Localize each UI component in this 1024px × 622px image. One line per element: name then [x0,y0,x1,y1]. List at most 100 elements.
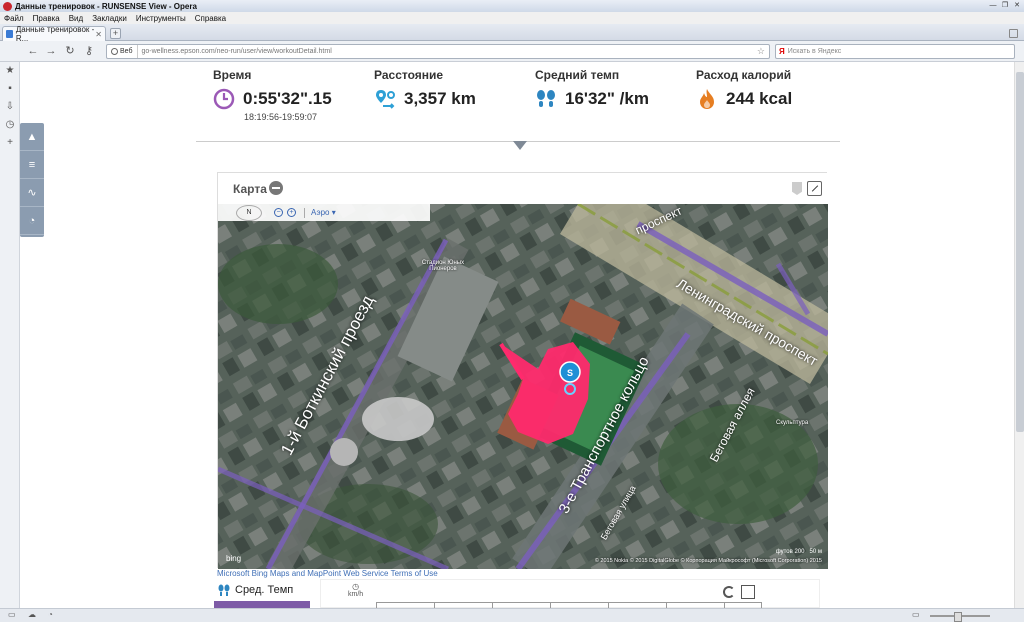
stat-calories-value: 244 kcal [726,89,793,108]
tabbar: Данные тренировок - R... ✕ + [0,24,1024,43]
stat-time-value: 0:55'32".15 [243,89,332,108]
map-scale: футов 200 50 м [776,549,822,555]
back-icon[interactable]: ← [26,44,40,58]
chart-unit: ◷ km/h [348,582,363,598]
scroll-top-icon[interactable]: ▲ [20,123,44,151]
window-controls: — ❐ ✕ [988,1,1022,10]
new-tab-button[interactable]: + [110,28,121,39]
opera-icon [3,1,12,11]
map-copyright: © 2015 Nokia © 2015 DigitalGlobe © Корпо… [594,558,822,564]
chart-area: ◷ km/h [320,579,820,611]
map-controls-separator [304,207,305,218]
footprints-icon [218,584,230,596]
stat-distance-value: 3,357 km [404,89,476,108]
collapse-minus-icon[interactable] [269,181,283,195]
browser-tab[interactable]: Данные тренировок - R... ✕ [2,25,106,43]
stat-pace-label: Средний темп [535,68,620,82]
map-scale-feet: футов 200 [775,549,805,555]
stat-pace: Средний темп 16'32" /km [535,68,649,110]
bookmarks-star-icon[interactable]: ★ [0,62,20,80]
stat-pace-value: 16'32" /km [565,89,649,108]
map-header: Карта [218,173,828,204]
globe-icon [111,48,118,55]
graph-icon[interactable]: ∿ [20,179,44,207]
window-titlebar: Данные тренировок - RUNSENSE View - Oper… [0,0,1024,12]
window-title: Данные тренировок - RUNSENSE View - Oper… [15,1,197,11]
forward-icon[interactable]: → [44,44,58,58]
fullscreen-icon[interactable] [807,181,822,196]
bing-logo: bing [226,554,242,563]
trash-icon[interactable] [1009,29,1018,38]
map-card: Карта S N − + Аэро ▾ 1-й Боткинский прое… [217,172,828,569]
menu-help[interactable]: Справка [195,14,226,23]
tab-close-icon[interactable]: ✕ [95,30,102,39]
history-icon[interactable]: ◷ [0,116,20,134]
page-toolstrip: ▲ ≡ ∿ ◔ [20,123,44,237]
map-title: Карта [233,182,267,196]
poi-label-stadium: Стадион Юных Пионеров [421,260,465,272]
menu-bookmarks[interactable]: Закладки [92,14,127,23]
stat-distance-label: Расстояние [374,68,444,82]
stat-distance: Расстояние 3,357 km [374,68,476,110]
stopwatch-icon[interactable]: ◔ [20,207,44,235]
menu-tools[interactable]: Инструменты [136,14,186,23]
cloud-icon[interactable]: ☁ [28,610,36,619]
close-icon[interactable]: ✕ [1012,1,1022,10]
search-box[interactable]: Я Искать в Яндекс [775,44,1015,59]
menubar: Файл Правка Вид Закладки Инструменты Спр… [0,12,1024,24]
yandex-icon: Я [779,47,785,56]
turbo-icon[interactable]: ◔ [48,610,53,619]
stat-time: Время 0:55'32".15 18:19:56-19:59:07 [213,68,332,122]
stat-calories: Расход калорий 244 kcal [696,68,792,110]
menu-view[interactable]: Вид [69,14,83,23]
zoom-slider[interactable] [930,612,990,622]
bookmark-pin-icon[interactable] [792,182,802,195]
key-icon[interactable]: ⚷ [82,44,96,58]
minimize-icon[interactable]: — [988,1,998,10]
panel-toggle-icon[interactable]: ▭ [8,610,16,619]
chart-metric-panel: Сред. Темп [214,580,310,611]
speed-gauge-icon: ◷ [352,582,360,591]
map-scale-meters: 50 м [809,549,822,555]
terms-link[interactable]: Microsoft Bing Maps and MapPoint Web Ser… [217,569,438,578]
web-chip-label: Веб [120,48,133,55]
map-controls: N − + Аэро ▾ [218,204,430,221]
poi-label-sculpture: Скульптура [776,420,809,426]
bookmark-star-icon[interactable]: ☆ [757,46,765,57]
menu-file[interactable]: Файл [4,14,24,23]
reload-icon[interactable]: ↻ [63,44,77,58]
stat-calories-label: Расход калорий [696,68,792,82]
compass-icon[interactable]: N [236,204,262,221]
aerial-view-toggle[interactable]: Аэро ▾ [311,208,336,217]
restore-icon[interactable]: ❐ [1000,1,1010,10]
url-text[interactable]: go-wellness.epson.com/neo-run/user/view/… [138,48,332,55]
scrollbar-thumb[interactable] [1016,72,1024,432]
notes-icon[interactable]: ▪ [0,80,20,98]
chart-unit-label: km/h [348,591,364,598]
route-pin-icon [376,90,395,109]
metric-avg-pace-label: Сред. Темп [235,583,294,596]
map-view[interactable]: S N − + Аэро ▾ 1-й Боткинский проезд Лен… [218,204,828,569]
browser-sidebar: ★ ▪ ⇩ ◷ + [0,62,20,608]
view-icon[interactable]: ▭ [912,610,920,619]
metric-avg-pace-button[interactable]: Сред. Темп [214,580,310,599]
statusbar: ▭ ☁ ◔ ▭ [0,608,1024,622]
clock-icon [213,88,235,110]
downloads-icon[interactable]: ⇩ [0,98,20,116]
tab-favicon-icon [6,30,13,38]
zoom-in-icon[interactable]: + [287,208,296,217]
navbar: ← → ↻ ⚷ Веб go-wellness.epson.com/neo-ru… [0,41,1024,62]
stat-time-label: Время [213,68,252,82]
reset-icon[interactable] [723,586,735,598]
flame-icon [700,89,714,109]
search-placeholder[interactable]: Искать в Яндекс [788,48,842,55]
menu-edit[interactable]: Правка [33,14,60,23]
collapse-caret-icon[interactable] [513,141,527,150]
zoom-out-icon[interactable]: − [274,208,283,217]
add-panel-icon[interactable]: + [0,134,20,152]
report-icon[interactable]: ≡ [20,151,44,179]
address-bar[interactable]: Веб go-wellness.epson.com/neo-run/user/v… [106,44,770,59]
chart-zoom-icon[interactable] [741,585,755,599]
web-chip: Веб [107,45,138,58]
vertical-scrollbar[interactable] [1014,62,1024,608]
